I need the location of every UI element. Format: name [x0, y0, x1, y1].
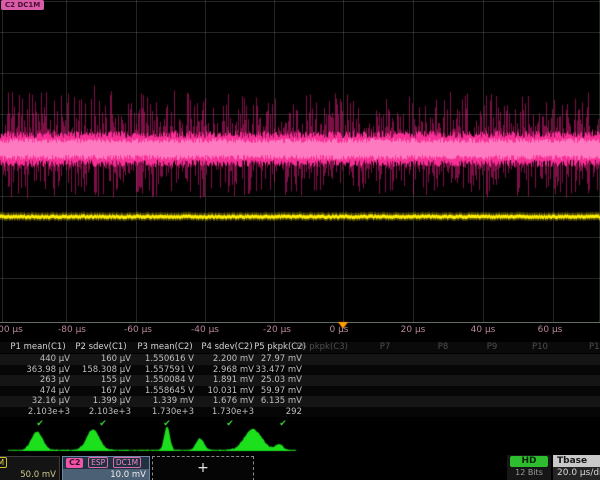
- grid-vline: [274, 0, 275, 322]
- grid-vline: [136, 0, 137, 322]
- grid-hline: [0, 32, 600, 33]
- time-axis-label: 20 µs: [401, 325, 426, 335]
- time-axis-label: 40 µs: [471, 325, 496, 335]
- measure-header-p6[interactable]: P6 pkpk(C3): [296, 342, 348, 353]
- grid-vline: [66, 0, 67, 322]
- measure-header-row: P1 mean(C1) P2 sdev(C1) P3 mean(C2) P4 sdev…: [0, 342, 600, 353]
- c1-scale-value: 50.0 mV: [0, 469, 59, 480]
- grid-hline: [0, 1, 600, 2]
- time-axis-label: -100 µs: [0, 325, 23, 335]
- measure-header-p10[interactable]: P10: [532, 342, 548, 353]
- grid-hline: [0, 196, 600, 197]
- measure-stats-row: 32.16 µV1.399 µV1.339 mV1.676 mV6.135 mV: [0, 396, 600, 407]
- measure-header-p3[interactable]: P3 mean(C2): [137, 342, 192, 353]
- hd-badge: HD: [510, 456, 548, 467]
- time-axis-label: -60 µs: [124, 325, 152, 335]
- measure-cell: 292: [0, 407, 302, 418]
- waveform-grid: [0, 0, 600, 323]
- grid-vline: [483, 0, 484, 322]
- add-channel-button[interactable]: +: [152, 456, 254, 480]
- measure-header-p9[interactable]: P9: [487, 342, 498, 353]
- measure-header-p7[interactable]: P7: [380, 342, 391, 353]
- time-axis-label: -80 µs: [58, 325, 86, 335]
- grid-vline: [2, 0, 3, 322]
- grid-hline: [0, 278, 600, 279]
- measure-header-p11[interactable]: P11: [589, 342, 600, 353]
- c2-channel-label: C2: [66, 458, 83, 468]
- c2-esp-tag: ESP: [88, 457, 108, 468]
- trace-label-badge: C2 DC1M: [1, 0, 44, 10]
- c1-coupling-tag: DC1M: [0, 457, 7, 468]
- time-axis-label: 60 µs: [538, 325, 563, 335]
- channel-c1-descriptor[interactable]: C1 DC1M 50.0 mV: [0, 456, 60, 480]
- c2-scale-value: 10.0 mV: [63, 469, 149, 480]
- measure-cell: 59.97 mV: [0, 386, 302, 397]
- measure-cell: 33.477 mV: [0, 365, 302, 376]
- measure-status-row: ✔ ✔ ✔ ✔ ✔: [0, 418, 600, 431]
- timebase-scale-value: 20.0 µs/div: [553, 467, 600, 480]
- measure-header-p4[interactable]: P4 sdev(C2): [201, 342, 252, 353]
- grid-vline: [553, 0, 554, 322]
- hd-mode-indicator: HD 12 Bits: [507, 455, 551, 480]
- measure-header-p1[interactable]: P1 mean(C1): [10, 342, 65, 353]
- status-check-icon: ✔: [226, 418, 234, 430]
- measure-header-p8[interactable]: P8: [438, 342, 449, 353]
- grid-hline: [0, 114, 600, 115]
- measure-stats-row: 2.103e+32.103e+31.730e+31.730e+3292: [0, 407, 600, 418]
- timebase-label: Tbase: [553, 455, 600, 467]
- measure-cell: 6.135 mV: [0, 396, 302, 407]
- channel-c2-descriptor[interactable]: C2 ESP DC1M 10.0 mV: [62, 456, 150, 480]
- oscilloscope-screen: C2 DC1M -100 µs -80 µs -60 µs -40 µs -20 µs 0…: [0, 0, 600, 480]
- status-check-icon: ✔: [99, 418, 107, 430]
- time-axis-label: 0 µs: [329, 325, 348, 335]
- measure-stats-row: 474 µV167 µV1.558645 V10.031 mV59.97 mV: [0, 386, 600, 397]
- measure-stats-row: 440 µV160 µV1.550616 V2.200 mV27.97 mV: [0, 354, 600, 365]
- timebase-descriptor[interactable]: Tbase 20.0 µs/div: [553, 455, 600, 480]
- measure-stats-row: 263 µV155 µV1.550084 V1.891 mV25.03 mV: [0, 375, 600, 386]
- status-check-icon: ✔: [163, 418, 171, 430]
- grid-vline: [343, 0, 344, 322]
- grid-vline: [205, 0, 206, 322]
- grid-vline: [413, 0, 414, 322]
- status-check-icon: ✔: [36, 418, 44, 430]
- measure-cell: 27.97 mV: [0, 354, 302, 365]
- time-axis-label: -20 µs: [263, 325, 291, 335]
- measure-stats-row: 363.98 µV158.308 µV1.557591 V2.968 mV33.…: [0, 365, 600, 376]
- grid-hline: [0, 237, 600, 238]
- time-axis-label: -40 µs: [191, 325, 219, 335]
- c2-coupling-tag: DC1M: [113, 457, 141, 468]
- measure-cell: 25.03 mV: [0, 375, 302, 386]
- time-axis-line: [0, 322, 600, 323]
- measure-header-p2[interactable]: P2 sdev(C1): [75, 342, 126, 353]
- hd-bits-label: 12 Bits: [507, 467, 551, 479]
- grid-hline: [0, 155, 600, 156]
- status-check-icon: ✔: [279, 418, 287, 430]
- grid-hline: [0, 73, 600, 74]
